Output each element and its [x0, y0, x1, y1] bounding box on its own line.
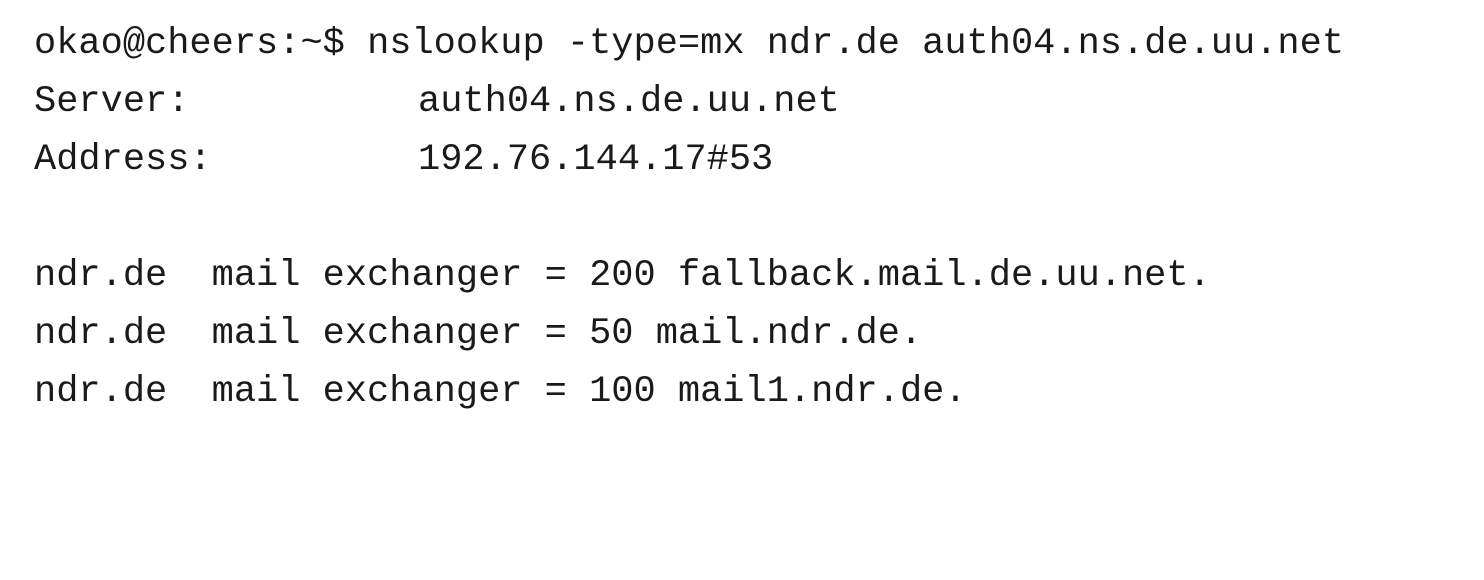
address-value: 192.76.144.17#53 [418, 139, 774, 181]
mx-record-line: ndr.de mail exchanger = 50 mail.ndr.de. [34, 313, 923, 355]
server-line: Server: auth04.ns.de.uu.net [34, 73, 840, 131]
terminal-output[interactable]: okao@cheers:~$ nslookup -type=mx ndr.de … [0, 0, 1484, 443]
server-label: Server: [34, 81, 190, 123]
address-label: Address: [34, 139, 212, 181]
mx-record-line: ndr.de mail exchanger = 200 fallback.mai… [34, 255, 1211, 297]
mx-record-line: ndr.de mail exchanger = 100 mail1.ndr.de… [34, 371, 967, 413]
address-line: Address: 192.76.144.17#53 [34, 131, 773, 189]
command-line: okao@cheers:~$ nslookup -type=mx ndr.de … [34, 15, 1344, 73]
server-value: auth04.ns.de.uu.net [418, 81, 840, 123]
shell-prompt: okao@cheers:~$ [34, 23, 368, 65]
command-text: nslookup -type=mx ndr.de auth04.ns.de.uu… [367, 23, 1345, 65]
